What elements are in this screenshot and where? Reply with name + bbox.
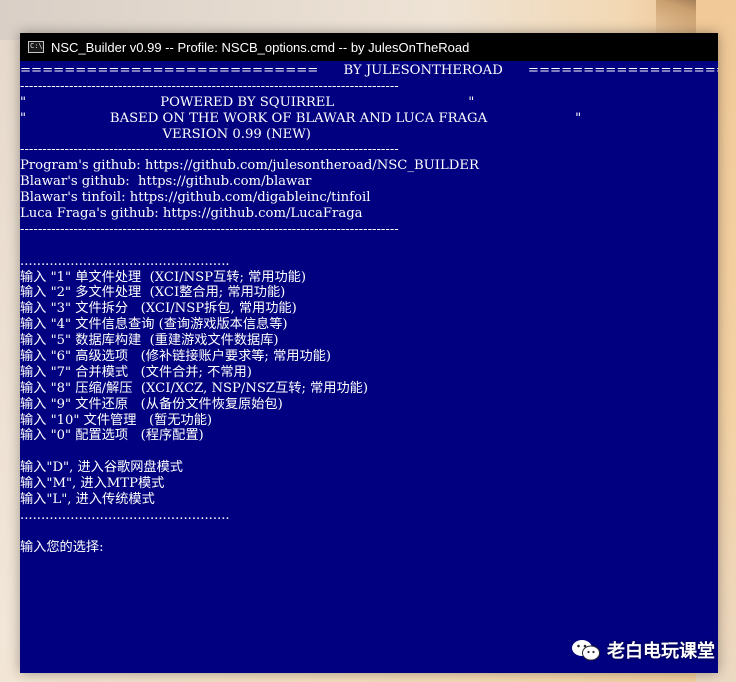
window-title: NSC_Builder v0.99 -- Profile: NSCB_optio… bbox=[51, 39, 470, 55]
console-line: 输入"L", 进入传统模式 bbox=[20, 492, 155, 508]
console-line: 输入 "4" 文件信息查询 (查询游戏版本信息等) bbox=[20, 317, 288, 333]
console-line: ----------------------------------------… bbox=[20, 78, 399, 94]
console-line: Program's github: https://github.com/jul… bbox=[20, 158, 479, 174]
console-line: 输入 "3" 文件拆分 (XCI/NSP拆包, 常用功能) bbox=[20, 301, 297, 317]
console-line: 输入 "7" 合并模式 (文件合并; 不常用) bbox=[20, 364, 252, 380]
console-line: 输入 "10" 文件管理 (暂无功能) bbox=[20, 412, 213, 428]
title-bar[interactable]: C:\ NSC_Builder v0.99 -- Profile: NSCB_o… bbox=[20, 33, 718, 61]
console-line: VERSION 0.99 (NEW) bbox=[20, 126, 311, 142]
wechat-icon bbox=[572, 640, 600, 661]
console-text: =========================== BY JULESONTH… bbox=[20, 63, 718, 556]
console-line: 输入 "2" 多文件处理 (XCI整合用; 常用功能) bbox=[20, 285, 286, 301]
console-line: Blawar's tinfoil: https://github.com/dig… bbox=[20, 190, 371, 206]
console-line: 输入 "8" 压缩/解压 (XCI/XCZ, NSP/NSZ互转; 常用功能) bbox=[20, 380, 368, 396]
console-line: ........................................… bbox=[20, 507, 230, 523]
watermark-text: 老白电玩课堂 bbox=[607, 641, 715, 661]
console-line: 输入 "5" 数据库构建 (重建游戏文件数据库) bbox=[20, 333, 279, 349]
console-line: 输入"D", 进入谷歌网盘模式 bbox=[20, 460, 183, 476]
console-output[interactable]: =========================== BY JULESONTH… bbox=[20, 61, 718, 673]
console-line: 输入您的选择: bbox=[20, 539, 104, 555]
console-window[interactable]: C:\ NSC_Builder v0.99 -- Profile: NSCB_o… bbox=[20, 33, 718, 673]
console-line: 输入 "9" 文件还原 (从备份文件恢复原始包) bbox=[20, 396, 283, 412]
console-line: Blawar's github: https://github.com/blaw… bbox=[20, 174, 312, 190]
console-line: Luca Fraga's github: https://github.com/… bbox=[20, 206, 363, 222]
console-line: " POWERED BY SQUIRREL " bbox=[20, 94, 475, 110]
console-line: " BASED ON THE WORK OF BLAWAR AND LUCA F… bbox=[20, 110, 582, 126]
console-line: ........................................… bbox=[20, 253, 230, 269]
watermark: 老白电玩课堂 bbox=[571, 636, 715, 664]
console-line: ----------------------------------------… bbox=[20, 142, 399, 158]
cmd-icon: C:\ bbox=[28, 41, 44, 53]
console-line: ----------------------------------------… bbox=[20, 221, 399, 237]
console-line: =========================== BY JULESONTH… bbox=[20, 63, 718, 78]
console-line: 输入 "6" 高级选项 (修补链接账户要求等; 常用功能) bbox=[20, 349, 331, 365]
console-line: 输入 "0" 配置选项 (程序配置) bbox=[20, 428, 204, 444]
console-line: 输入 "1" 单文件处理 (XCI/NSP互转; 常用功能) bbox=[20, 269, 306, 285]
console-line: 输入"M", 进入MTP模式 bbox=[20, 476, 165, 492]
